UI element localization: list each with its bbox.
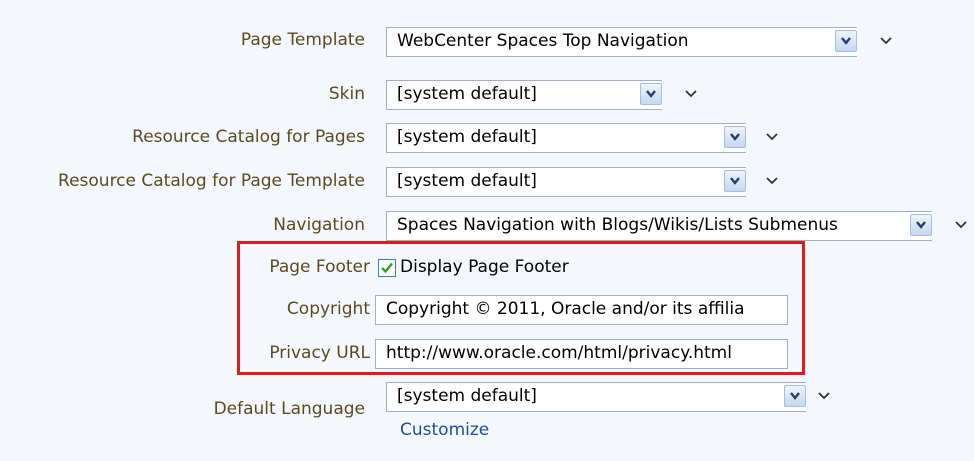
chevron-down-icon[interactable]: [955, 221, 967, 229]
page-footer-label: Page Footer: [269, 257, 370, 277]
copyright-label: Copyright: [286, 299, 370, 319]
privacy-url-value: http://www.oracle.com/html/privacy.html: [386, 343, 732, 363]
customize-link[interactable]: Customize: [400, 420, 489, 440]
copyright-input[interactable]: Copyright © 2011, Oracle and/or its affi…: [375, 295, 788, 325]
chevron-down-icon[interactable]: [766, 177, 778, 185]
page-template-select[interactable]: WebCenter Spaces Top Navigation: [386, 27, 857, 57]
skin-select[interactable]: [system default]: [386, 80, 662, 110]
page-template-value: WebCenter Spaces Top Navigation: [397, 31, 689, 51]
chevron-down-icon[interactable]: [818, 392, 830, 400]
display-page-footer-label[interactable]: Display Page Footer: [400, 257, 569, 277]
skin-label: Skin: [328, 84, 365, 104]
resource-catalog-template-label: Resource Catalog for Page Template: [58, 171, 365, 191]
navigation-select[interactable]: Spaces Navigation with Blogs/Wikis/Lists…: [386, 211, 932, 241]
checkmark-icon: [381, 262, 393, 274]
resource-catalog-pages-value: [system default]: [397, 127, 537, 147]
default-language-label: Default Language: [213, 399, 365, 419]
settings-panel: Page Template WebCenter Spaces Top Navig…: [0, 0, 974, 461]
resource-catalog-template-select[interactable]: [system default]: [386, 167, 746, 197]
page-template-label: Page Template: [240, 30, 365, 50]
dropdown-arrow-icon[interactable]: [724, 170, 746, 192]
privacy-url-input[interactable]: http://www.oracle.com/html/privacy.html: [375, 339, 788, 369]
chevron-down-icon[interactable]: [685, 90, 697, 98]
copyright-value: Copyright © 2011, Oracle and/or its affi…: [386, 299, 745, 319]
navigation-value: Spaces Navigation with Blogs/Wikis/Lists…: [397, 215, 838, 235]
dropdown-arrow-icon[interactable]: [784, 385, 806, 407]
dropdown-arrow-icon[interactable]: [724, 126, 746, 148]
resource-catalog-pages-select[interactable]: [system default]: [386, 123, 746, 153]
resource-catalog-template-value: [system default]: [397, 171, 537, 191]
privacy-url-label: Privacy URL: [269, 343, 370, 363]
dropdown-arrow-icon[interactable]: [835, 30, 857, 52]
dropdown-arrow-icon[interactable]: [640, 83, 662, 105]
default-language-select[interactable]: [system default]: [386, 382, 806, 412]
chevron-down-icon[interactable]: [766, 133, 778, 141]
chevron-down-icon[interactable]: [880, 37, 892, 45]
resource-catalog-pages-label: Resource Catalog for Pages: [132, 127, 365, 147]
navigation-label: Navigation: [273, 215, 365, 235]
default-language-value: [system default]: [397, 386, 537, 406]
display-page-footer-checkbox[interactable]: [378, 259, 396, 277]
dropdown-arrow-icon[interactable]: [910, 214, 932, 236]
skin-value: [system default]: [397, 84, 537, 104]
